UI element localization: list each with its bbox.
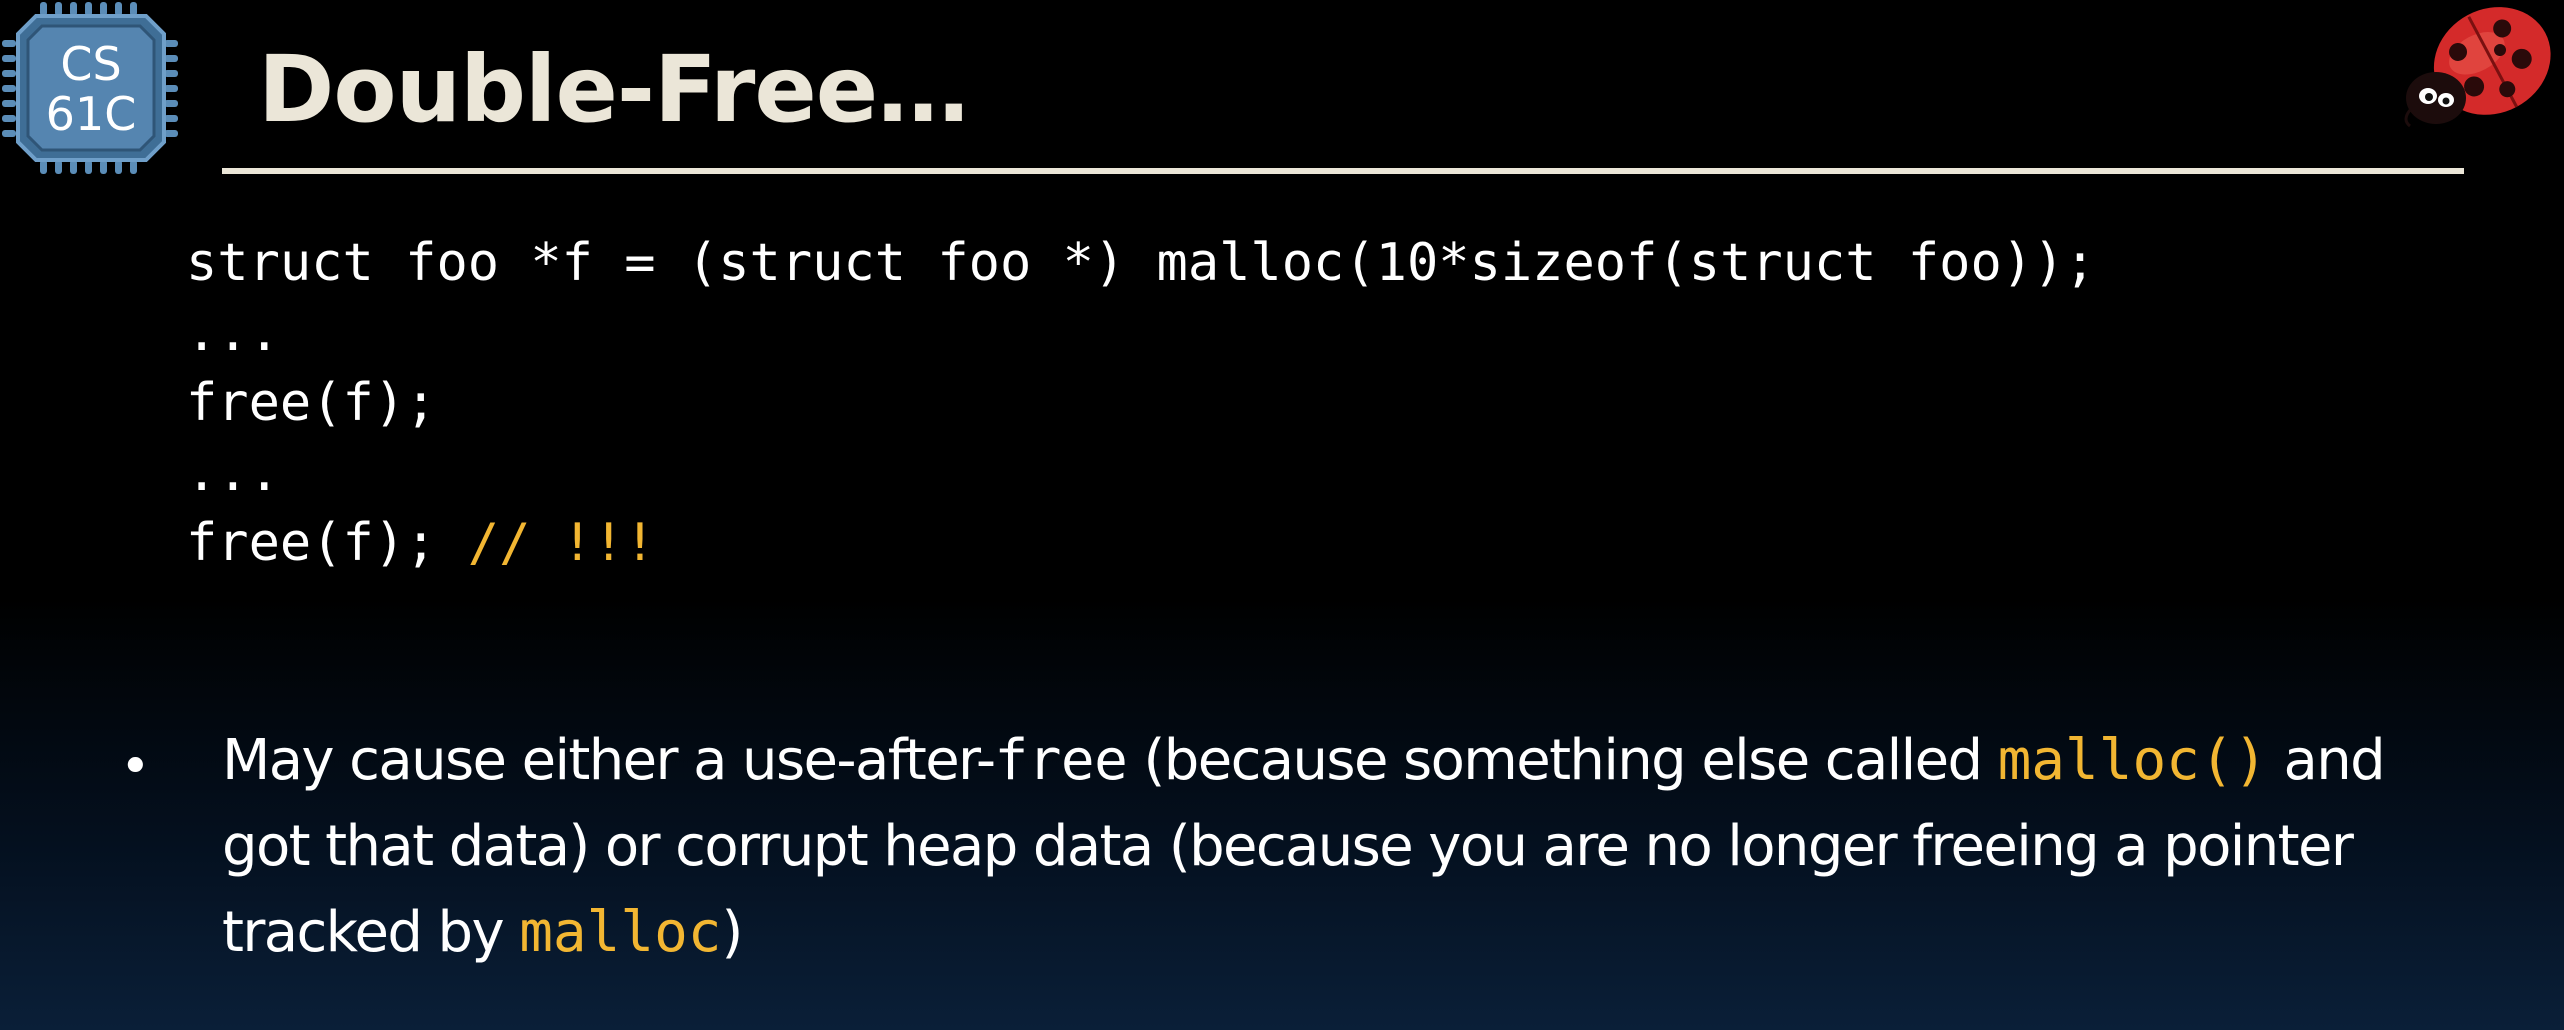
code-block: struct foo *f = (struct foo *) malloc(10…	[186, 228, 2096, 578]
code-text: free(f);	[186, 513, 468, 573]
bullet-text: May cause either a use-after-free (becau…	[222, 718, 2442, 976]
logo-text-line1: CS	[60, 37, 121, 91]
inline-code-malloc: malloc	[519, 900, 722, 965]
logo-text-line2: 61C	[46, 87, 137, 141]
code-line: struct foo *f = (struct foo *) malloc(10…	[186, 233, 2096, 293]
code-line: free(f);	[186, 373, 437, 433]
title-divider	[222, 168, 2464, 174]
code-line: ...	[186, 443, 280, 503]
code-line-with-comment: free(f); // !!!	[186, 508, 2096, 578]
cs61c-logo: CS 61C	[2, 2, 178, 174]
slide-title: Double-Free…	[258, 36, 969, 143]
bullet-text-segment: )	[721, 900, 744, 965]
code-comment: // !!!	[467, 513, 656, 573]
inline-code-free: free	[994, 728, 1128, 793]
bullet-text-segment: (because something else called	[1127, 728, 1998, 793]
code-line: ...	[186, 303, 280, 363]
ladybug-icon	[2404, 7, 2551, 128]
bullet-marker: •	[120, 737, 151, 797]
inline-code-malloc-call: malloc()	[1997, 728, 2268, 793]
bullet-text-segment: May cause either a use-after-	[222, 728, 996, 793]
